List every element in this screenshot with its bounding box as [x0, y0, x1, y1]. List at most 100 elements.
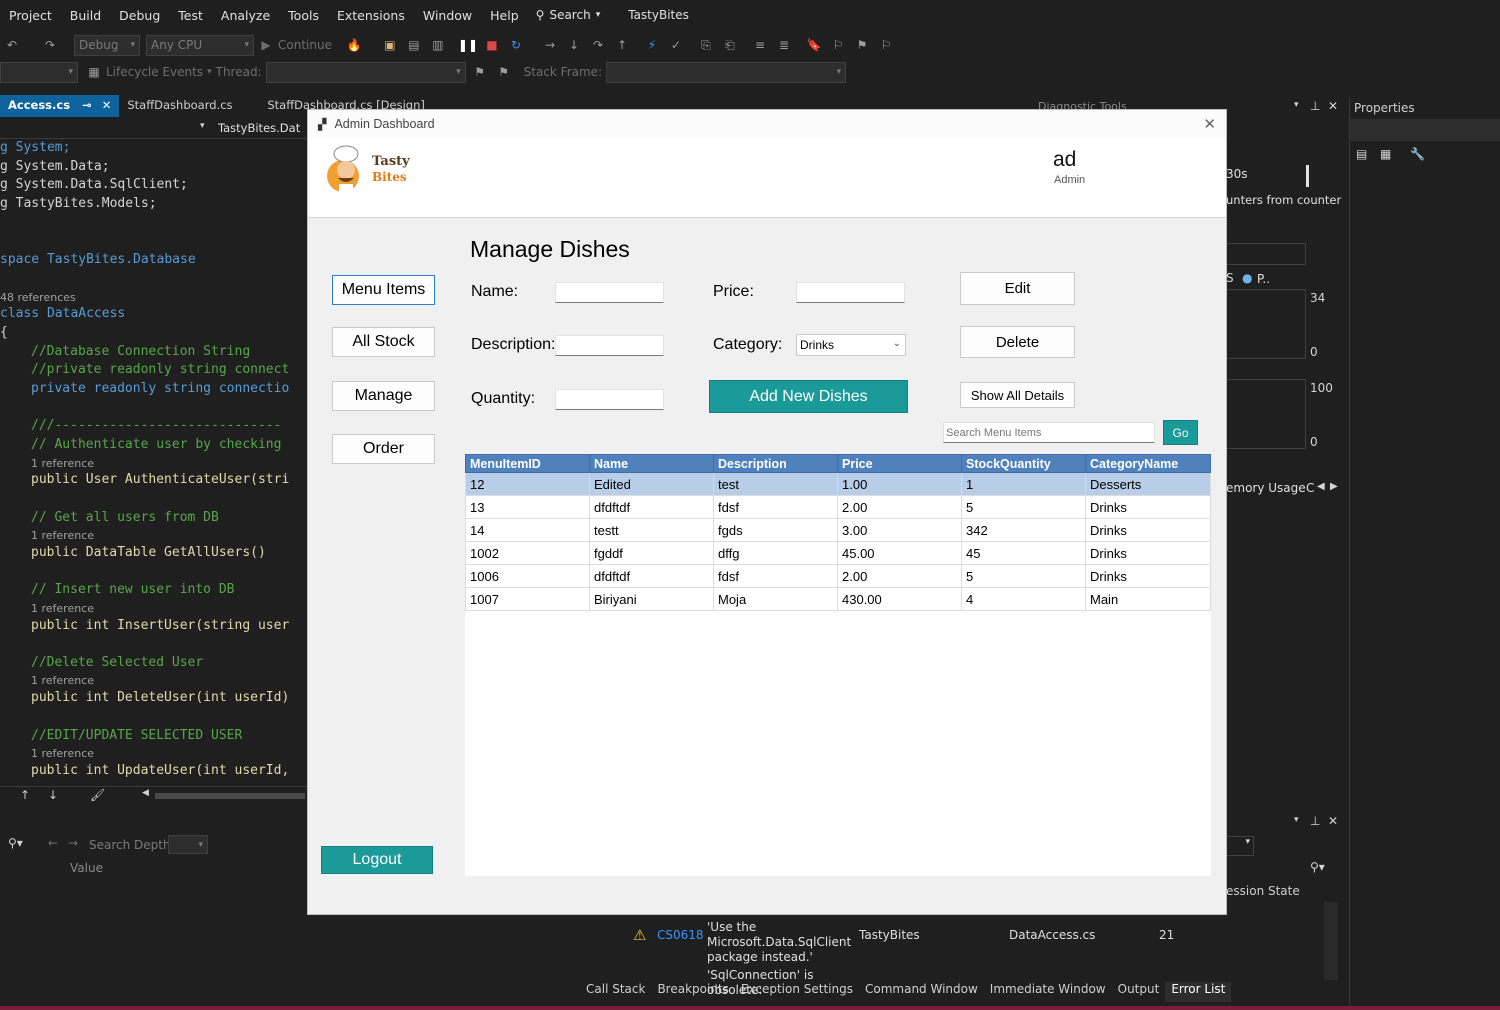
sidebar-manage-button[interactable]: Manage	[332, 381, 435, 411]
name-field[interactable]	[555, 282, 664, 303]
table-cell[interactable]: 3.00	[837, 518, 962, 542]
horizontal-scrollbar[interactable]	[155, 793, 305, 799]
chevron-down-icon[interactable]: ▾	[1294, 100, 1299, 110]
table-cell[interactable]: Drinks	[1085, 564, 1211, 588]
scroll-left-icon[interactable]: ◀	[142, 788, 149, 798]
play-icon[interactable]: ▶	[258, 37, 274, 53]
table-cell[interactable]: 12	[465, 472, 590, 496]
uncomment-icon[interactable]: ⎗	[722, 37, 738, 53]
redo-icon[interactable]: ↷	[42, 37, 58, 53]
tab-immediate-window[interactable]: Immediate Window	[984, 982, 1112, 1002]
continue-button[interactable]: Continue	[278, 38, 332, 52]
table-cell[interactable]: fdsf	[713, 495, 838, 519]
outdent-icon[interactable]: ≣	[776, 37, 792, 53]
description-field[interactable]	[555, 335, 664, 356]
table-cell[interactable]: 1002	[465, 541, 590, 565]
diagnostics-icon[interactable]: ⚡	[644, 37, 660, 53]
chevron-down-icon[interactable]: ▾	[1294, 815, 1299, 825]
prev-bookmark-icon[interactable]: ⚐	[830, 37, 846, 53]
clear-bookmarks-icon[interactable]: ⚐	[878, 37, 894, 53]
error-code[interactable]: CS0618	[657, 928, 704, 942]
menu-items-grid[interactable]: MenuItemID Name Description Price StockQ…	[465, 454, 1211, 876]
scope-dropdown[interactable]: ▾	[1226, 836, 1254, 856]
reference-count[interactable]: 1 reference	[31, 457, 94, 470]
search-depth-dropdown[interactable]: ▾	[168, 835, 208, 854]
delete-button[interactable]: Delete	[960, 326, 1075, 358]
table-cell[interactable]: 2.00	[837, 564, 962, 588]
menu-window[interactable]: Window	[414, 8, 481, 23]
close-icon[interactable]: ✕	[102, 98, 112, 112]
process-dropdown[interactable]: ▾	[0, 61, 78, 83]
table-cell[interactable]: dffg	[713, 541, 838, 565]
member-nav-dropdown[interactable]: ▾ TastyBites.Dat	[0, 119, 308, 139]
table-cell[interactable]: Edited	[589, 472, 714, 496]
table-cell[interactable]: dfdftdf	[589, 564, 714, 588]
forward-icon[interactable]: →	[68, 836, 78, 850]
alphabetical-icon[interactable]: ▦	[1380, 147, 1391, 161]
tab-cpu[interactable]: C	[1306, 481, 1314, 495]
reference-count[interactable]: 1 reference	[31, 602, 94, 615]
table-cell[interactable]: 5	[961, 495, 1086, 519]
table-cell[interactable]: Main	[1085, 587, 1211, 611]
quantity-field[interactable]	[555, 389, 664, 410]
step-into-icon[interactable]: ↓	[566, 37, 582, 53]
scroll-right-icon[interactable]: ▶	[1330, 481, 1338, 492]
categorized-icon[interactable]: ▤	[1356, 147, 1367, 161]
window-icon[interactable]: ▤	[406, 37, 422, 53]
table-cell[interactable]: 1007	[465, 587, 590, 611]
hot-reload-icon[interactable]: 🔥	[346, 37, 362, 53]
table-cell[interactable]: 45.00	[837, 541, 962, 565]
search-menu-items-input[interactable]	[943, 422, 1155, 443]
close-icon[interactable]: ✕	[1328, 99, 1338, 113]
spell-check-icon[interactable]: ✓	[668, 37, 684, 53]
stop-icon[interactable]: ■	[484, 37, 500, 53]
step-icon[interactable]: →	[542, 37, 558, 53]
column-header[interactable]: StockQuantity	[961, 454, 1086, 473]
table-cell[interactable]: testt	[589, 518, 714, 542]
show-all-details-button[interactable]: Show All Details	[960, 382, 1075, 408]
flag-icon[interactable]: ⚑	[472, 64, 488, 80]
menu-extensions[interactable]: Extensions	[328, 8, 414, 23]
table-cell[interactable]: 4	[961, 587, 1086, 611]
table-cell[interactable]: fgds	[713, 518, 838, 542]
menu-tools[interactable]: Tools	[279, 8, 328, 23]
reference-count[interactable]: 48 references	[0, 291, 76, 304]
bookmark-icon[interactable]: 🔖	[806, 37, 822, 53]
pin-icon[interactable]: ⊥	[1310, 99, 1320, 113]
table-cell[interactable]: Drinks	[1085, 518, 1211, 542]
tab-memory-usage[interactable]: emory Usage	[1226, 481, 1306, 495]
go-button[interactable]: Go	[1163, 420, 1198, 445]
table-row[interactable]: 1002 fgddf dffg 45.00 45 Drinks	[465, 541, 1211, 565]
table-row[interactable]: 13 dfdftdf fdsf 2.00 5 Drinks	[465, 495, 1211, 519]
configuration-dropdown[interactable]: Debug ▾	[74, 34, 140, 56]
back-icon[interactable]: ←	[48, 836, 58, 850]
vertical-scrollbar[interactable]	[1324, 902, 1338, 980]
tab-call-stack[interactable]: Call Stack	[580, 982, 651, 1002]
table-cell[interactable]: dfdftdf	[589, 495, 714, 519]
lifecycle-events-label[interactable]: Lifecycle Events	[106, 65, 203, 79]
menu-help[interactable]: Help	[481, 8, 528, 23]
table-cell[interactable]: 2.00	[837, 495, 962, 519]
window-title-bar[interactable]: ▞ Admin Dashboard ✕	[308, 110, 1226, 138]
next-bookmark-icon[interactable]: ⚑	[854, 37, 870, 53]
sidebar-menu-items-button[interactable]: Menu Items	[332, 275, 435, 305]
table-cell[interactable]: Desserts	[1085, 472, 1211, 496]
table-cell[interactable]: Drinks	[1085, 541, 1211, 565]
property-pages-icon[interactable]: 🔧	[1410, 147, 1425, 161]
table-row[interactable]: 1007 Biriyani Moja 430.00 4 Main	[465, 587, 1211, 611]
tab-dataaccess[interactable]: Access.cs ⊸ ✕	[0, 95, 120, 117]
table-cell[interactable]: 1	[961, 472, 1086, 496]
logout-button[interactable]: Logout	[321, 846, 433, 874]
table-cell[interactable]: 5	[961, 564, 1086, 588]
menu-test[interactable]: Test	[169, 8, 212, 23]
platform-dropdown[interactable]: Any CPU ▾	[146, 34, 254, 56]
arrow-up-icon[interactable]: ↑	[20, 788, 30, 802]
table-row[interactable]: 1006 dfdftdf fdsf 2.00 5 Drinks	[465, 564, 1211, 588]
restart-icon[interactable]: ↻	[508, 37, 524, 53]
scroll-left-icon[interactable]: ◀	[1317, 481, 1325, 492]
tab-breakpoints[interactable]: Breakpoints	[651, 982, 734, 1002]
table-row[interactable]: 12 Edited test 1.00 1 Desserts	[465, 472, 1211, 496]
column-header[interactable]: Price	[837, 454, 962, 473]
search-icon[interactable]: ⚲▾	[1310, 860, 1325, 874]
reference-count[interactable]: 1 reference	[31, 747, 94, 760]
